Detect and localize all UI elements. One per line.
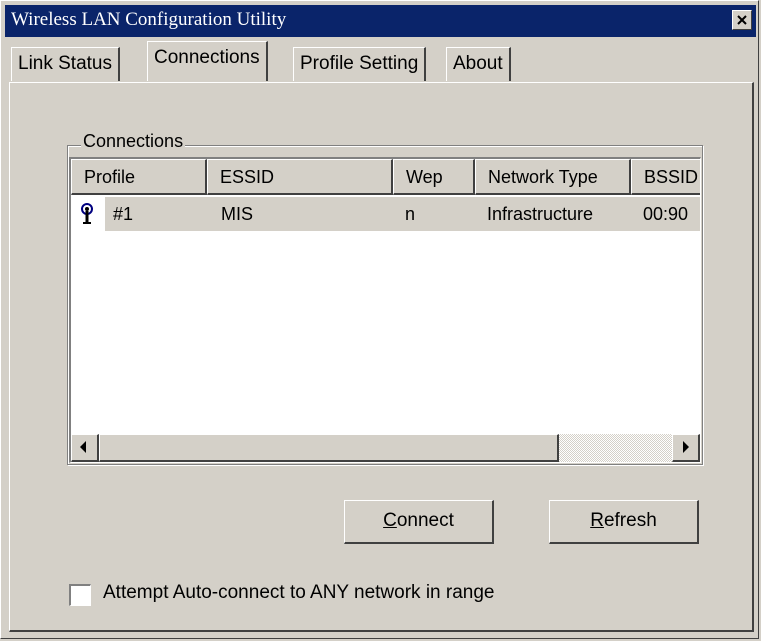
tab-about[interactable]: About (446, 47, 511, 81)
main-window: Wireless LAN Configuration Utility Link … (0, 0, 759, 639)
title-bar[interactable]: Wireless LAN Configuration Utility (5, 5, 756, 37)
window-title: Wireless LAN Configuration Utility (11, 9, 287, 30)
connections-tab-page (9, 82, 754, 632)
tab-connections[interactable]: Connections (147, 41, 268, 81)
connections-group-label: Connections (81, 131, 186, 152)
close-x-icon (737, 15, 747, 25)
tab-link-status[interactable]: Link Status (11, 47, 120, 81)
close-button[interactable] (732, 10, 752, 30)
tab-profile-setting[interactable]: Profile Setting (293, 47, 427, 81)
